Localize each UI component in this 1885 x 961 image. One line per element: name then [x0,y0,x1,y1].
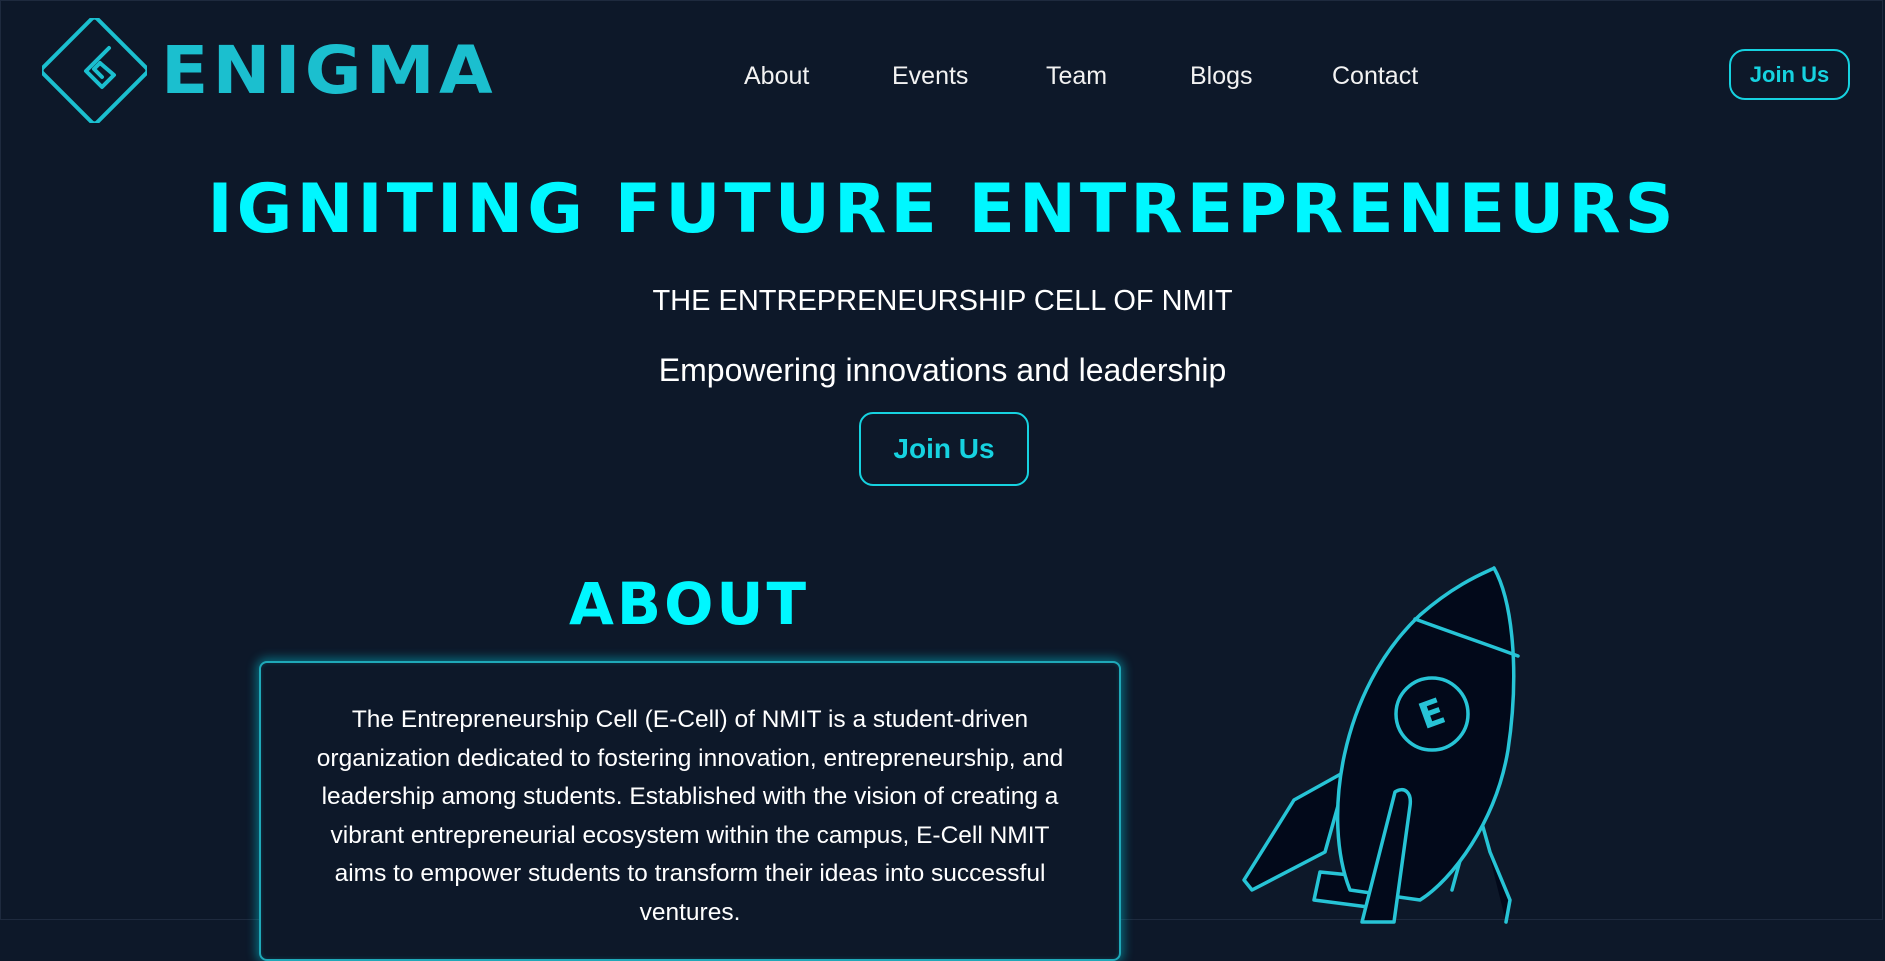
header-join-button[interactable]: Join Us [1729,49,1850,100]
nav-link-about[interactable]: About [744,58,809,94]
nav-link-blogs[interactable]: Blogs [1190,58,1253,94]
hero-join-button[interactable]: Join Us [859,412,1029,486]
about-text: The Entrepreneurship Cell (E-Cell) of NM… [316,706,1064,926]
about-card: The Entrepreneurship Cell (E-Cell) of NM… [259,661,1121,961]
hero-title: IGNITING FUTURE ENTREPRENEURS [207,170,1678,249]
rocket-icon: E [1242,566,1520,924]
nav-link-events[interactable]: Events [892,58,968,94]
hero-tagline: Empowering innovations and leadership [658,352,1227,388]
about-title: ABOUT [568,570,810,638]
main-nav: About Events Team Blogs Contact [0,58,1885,94]
nav-link-team[interactable]: Team [1046,58,1107,94]
nav-link-contact[interactable]: Contact [1332,58,1418,94]
hero-subtitle: THE ENTREPRENEURSHIP CELL OF NMIT [652,285,1233,317]
